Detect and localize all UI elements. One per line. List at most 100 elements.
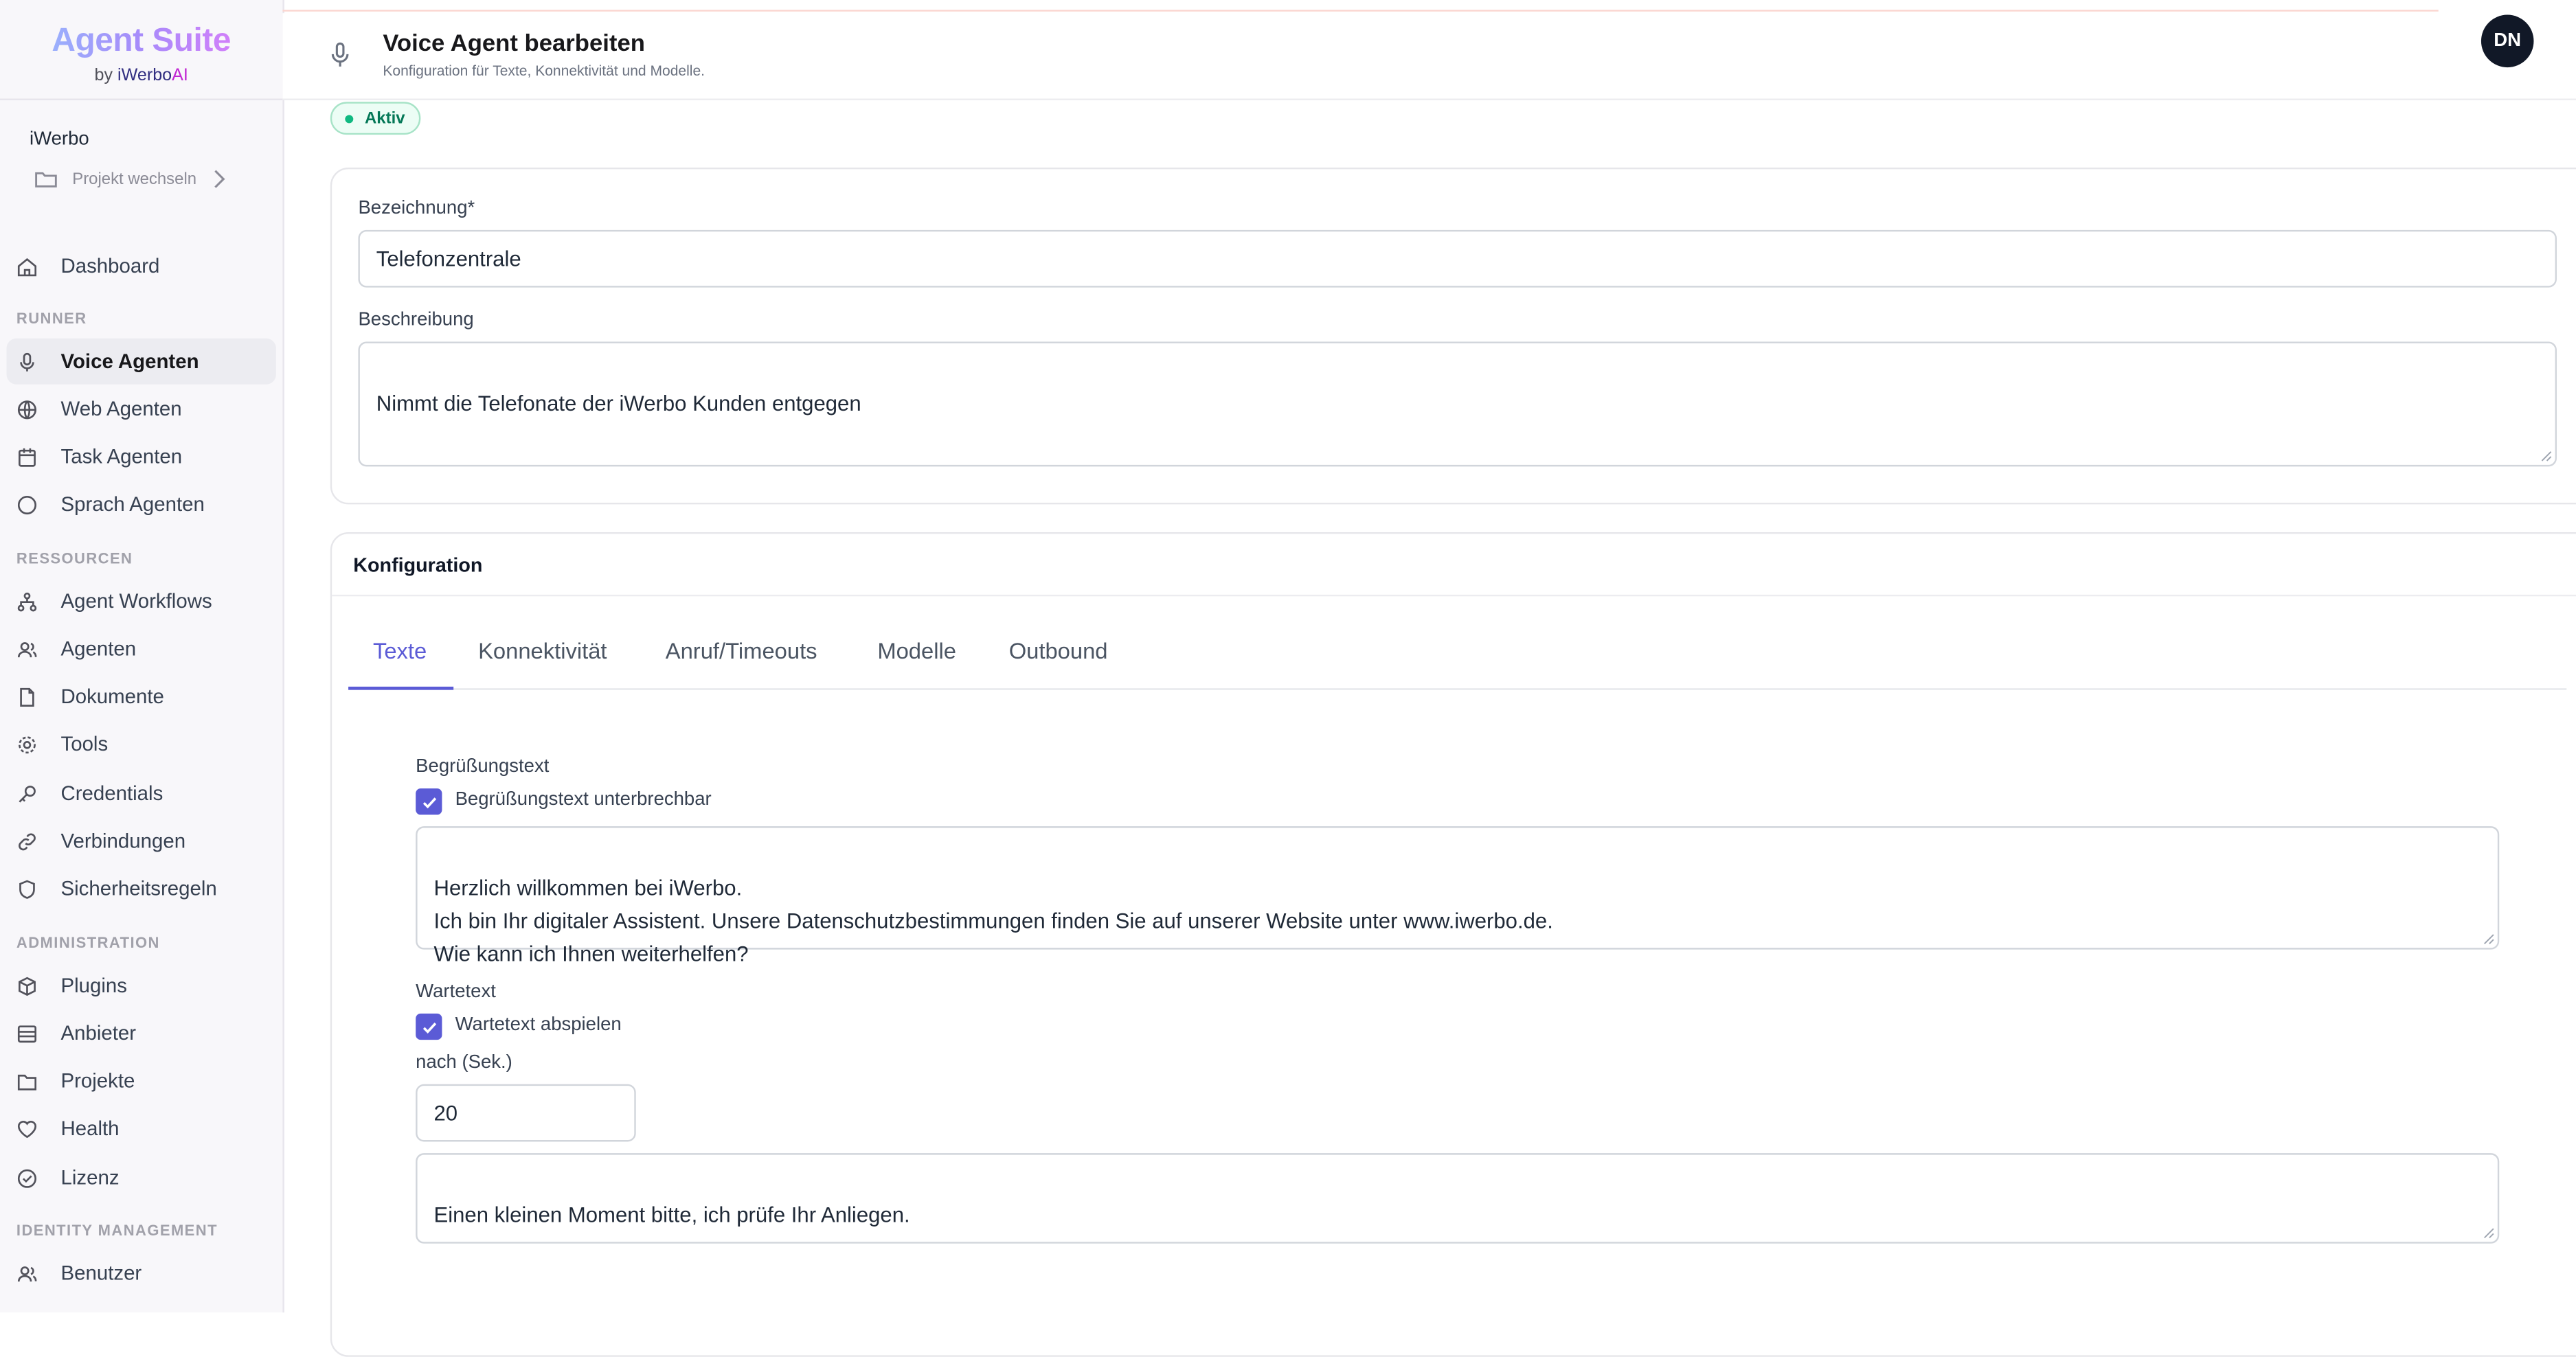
sidebar-item-task-agenten[interactable]: Task Agenten [7, 433, 276, 479]
tab-texte[interactable]: Texte [373, 639, 427, 663]
folder-icon [17, 1073, 37, 1090]
checkmark-icon [422, 797, 436, 808]
app-frame: Agent Suite by iWerboAI iWerbo Projekt w… [0, 0, 2576, 1357]
sidebar-item-label: Tools [60, 732, 109, 756]
sidebar-item-dokumente[interactable]: Dokumente [7, 674, 276, 720]
folder-icon [35, 172, 57, 187]
wait-play-label: Wartetext abspielen [455, 1015, 622, 1035]
heart-icon [17, 1119, 37, 1137]
sidebar-item-sicherheitsregeln[interactable]: Sicherheitsregeln [7, 866, 276, 912]
wait-seconds-field[interactable]: 20 [416, 1084, 636, 1142]
description-text: Nimmt die Telefonate der iWerbo Kunden e… [376, 391, 861, 416]
sidebar-item-tools[interactable]: Tools [7, 721, 276, 767]
sidebar-item-label: Agenten [60, 637, 137, 661]
status-label: Aktiv [365, 109, 405, 128]
page-title: Voice Agent bearbeiten [383, 31, 645, 58]
sidebar-item-label: Credentials [60, 782, 163, 806]
resize-handle-icon[interactable] [2483, 933, 2494, 945]
tab-anruf-timeouts[interactable]: Anruf/Timeouts [666, 639, 817, 663]
document-icon [20, 687, 34, 706]
tab-divider [348, 688, 2567, 690]
section-identity: IDENTITY MANAGEMENT [16, 1222, 218, 1239]
calendar-icon [19, 447, 36, 466]
microphone-icon [331, 42, 349, 67]
sidebar-item-label: Projekte [60, 1069, 135, 1093]
organization-name: iWerbo [30, 129, 89, 150]
circle-icon [17, 494, 37, 514]
checkmark-icon [422, 1021, 436, 1033]
chevron-right-icon [214, 170, 225, 188]
package-icon [19, 976, 36, 995]
link-icon [19, 832, 36, 850]
sidebar-item-sprach-agenten[interactable]: Sprach Agenten [7, 481, 276, 527]
config-title: Konfiguration [353, 554, 483, 577]
resize-handle-icon[interactable] [2540, 450, 2552, 461]
greeting-text-field[interactable]: Herzlich willkommen bei iWerbo. Ich bin … [416, 826, 2500, 966]
sidebar-item-label: Health [60, 1117, 120, 1141]
key-icon [19, 784, 36, 802]
greeting-interruptible-checkbox[interactable] [416, 788, 442, 815]
name-label: Bezeichnung* [358, 198, 475, 219]
sidebar-item-anbieter[interactable]: Anbieter [7, 1010, 276, 1056]
wait-after-label: nach (Sek.) [416, 1053, 512, 1073]
brand-ai: AI [172, 65, 188, 86]
page-subtitle: Konfiguration für Texte, Konnektivität u… [383, 62, 705, 79]
sidebar-item-web-agenten[interactable]: Web Agenten [7, 386, 276, 432]
brand-company: iWerbo [117, 65, 172, 86]
brand-title: Agent Suite [0, 23, 282, 60]
sidebar-item-label: Sicherheitsregeln [60, 877, 217, 900]
tab-modelle[interactable]: Modelle [877, 639, 956, 663]
brand: Agent Suite by iWerboAI [0, 0, 282, 85]
sidebar-item-label: Web Agenten [60, 397, 182, 421]
sidebar-item-agenten[interactable]: Agenten [7, 626, 276, 672]
top-accent-line [282, 10, 2439, 12]
sidebar-item-label: Agent Workflows [60, 589, 212, 613]
section-runner: RUNNER [16, 310, 87, 328]
sidebar-item-dashboard[interactable]: Dashboard [7, 243, 276, 289]
description-label: Beschreibung [358, 310, 474, 330]
server-icon [17, 1025, 37, 1042]
sidebar-item-health[interactable]: Health [7, 1106, 276, 1152]
switch-project-label: Projekt wechseln [72, 170, 197, 188]
wait-text: Einen kleinen Moment bitte, ich prüfe Ih… [433, 1202, 910, 1227]
resize-handle-icon[interactable] [2483, 1227, 2494, 1239]
users-icon [17, 641, 37, 657]
sidebar-item-plugins[interactable]: Plugins [7, 963, 276, 1009]
sidebar-item-label: Dokumente [60, 685, 164, 708]
wait-play-checkbox[interactable] [416, 1013, 442, 1040]
user-avatar[interactable]: DN [2481, 14, 2534, 68]
wait-text-field[interactable]: Einen kleinen Moment bitte, ich prüfe Ih… [416, 1153, 2500, 1244]
sidebar-item-label: Sprach Agenten [60, 492, 205, 516]
sidebar-item-credentials[interactable]: Credentials [7, 771, 276, 817]
sidebar-item-label: Verbindungen [60, 829, 186, 853]
sidebar-item-verbindungen[interactable]: Verbindungen [7, 818, 276, 864]
divider [0, 98, 283, 100]
check-circle-icon [17, 1168, 37, 1187]
workflow-icon [17, 591, 37, 611]
switch-project-button[interactable]: Projekt wechseln [23, 163, 229, 196]
sidebar-item-projekte[interactable]: Projekte [7, 1058, 276, 1104]
sidebar-item-label: Dashboard [60, 254, 160, 278]
tab-konnektivitaet[interactable]: Konnektivität [478, 639, 607, 663]
tab-outbound[interactable]: Outbound [1009, 639, 1108, 663]
description-field[interactable]: Nimmt die Telefonate der iWerbo Kunden e… [358, 341, 2557, 467]
users-icon [17, 1265, 37, 1281]
sidebar-item-label: Plugins [60, 974, 128, 997]
gear-icon [19, 735, 36, 753]
sidebar-item-lizenz[interactable]: Lizenz [7, 1155, 276, 1201]
active-tab-indicator [348, 686, 454, 690]
microphone-icon [20, 352, 34, 371]
section-administration: ADMINISTRATION [16, 935, 160, 951]
status-dot-icon [345, 114, 354, 123]
sidebar-item-label: Task Agenten [60, 445, 183, 468]
sidebar-item-agent-workflows[interactable]: Agent Workflows [7, 578, 276, 624]
name-field[interactable]: Telefonzentrale [358, 229, 2557, 288]
status-badge: Aktiv [330, 102, 422, 135]
sidebar-item-voice-agenten[interactable]: Voice Agenten [6, 338, 276, 385]
brand-byline: by iWerboAI [0, 66, 282, 86]
sidebar: Agent Suite by iWerboAI iWerbo Projekt w… [0, 0, 284, 1313]
sidebar-item-label: Voice Agenten [60, 350, 199, 373]
wait-label: Wartetext [416, 982, 496, 1003]
greeting-interruptible-label: Begrüßungstext unterbrechbar [455, 790, 712, 810]
sidebar-item-benutzer[interactable]: Benutzer [7, 1250, 276, 1296]
